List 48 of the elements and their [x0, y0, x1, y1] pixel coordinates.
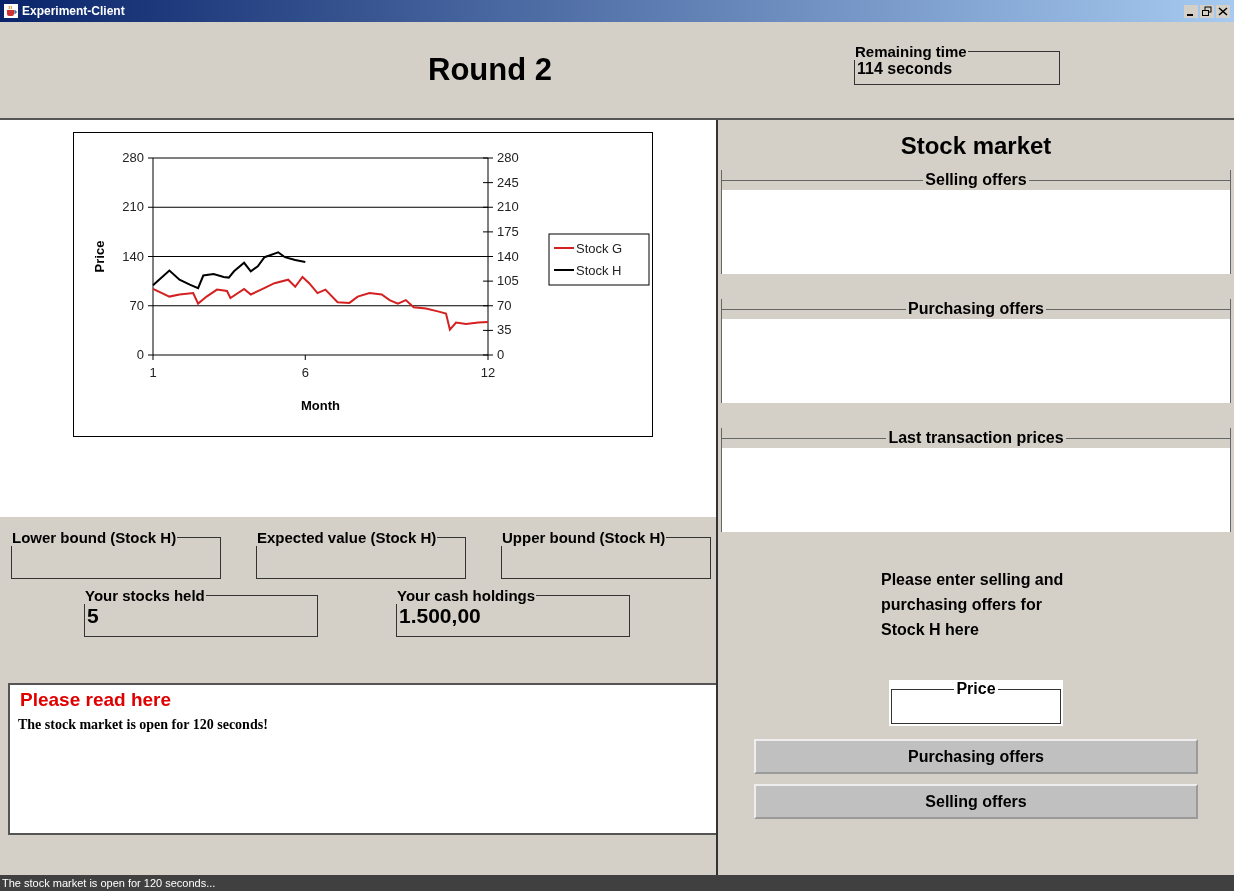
instruction-text: Please enter selling and purchasing offers for Stock H here: [880, 570, 1065, 640]
tick-label: 0: [497, 347, 505, 362]
field-label: Price: [955, 680, 997, 698]
tick-label: 280: [122, 150, 144, 165]
window-title: Experiment-Client: [22, 4, 125, 18]
offer-button[interactable]: Selling offers: [754, 784, 1198, 819]
coffee-cup-icon: [4, 4, 18, 18]
list-title: Last transaction prices: [887, 429, 1065, 447]
box-title: Your cash holdings: [396, 587, 537, 604]
box-value: 1.500,00: [399, 604, 481, 627]
tick-label: 140: [497, 248, 519, 264]
message-text: The stock market is open for 120 seconds!: [18, 717, 269, 733]
box-value: 5: [87, 604, 99, 627]
remaining-time-value: 114 seconds: [857, 60, 953, 77]
maximize-icon[interactable]: [1200, 4, 1214, 18]
message-heading: Please read here: [20, 689, 173, 711]
tick-label: 245: [497, 174, 519, 190]
tick-label: 12: [480, 365, 496, 380]
legend-label: Stock G: [576, 241, 623, 256]
minimize-icon[interactable]: [1184, 4, 1198, 18]
box-title: Lower bound (Stock H): [11, 529, 178, 546]
tick-label: 70: [497, 297, 512, 313]
tick-label: 0: [136, 347, 144, 362]
tick-label: 280: [497, 150, 519, 165]
tick-label: 6: [301, 365, 309, 380]
tick-label: 175: [497, 223, 519, 239]
list-title: Purchasing offers: [907, 300, 1045, 318]
box-title: Remaining time: [854, 43, 968, 60]
close-icon[interactable]: [1216, 4, 1230, 18]
list-title: Selling offers: [924, 171, 1028, 189]
tick-label: 210: [497, 199, 519, 215]
tick-label: 35: [497, 322, 512, 338]
status-bar: The stock market is open for 120 seconds...: [0, 875, 1234, 891]
price-field[interactable]: Price: [891, 680, 1061, 724]
box-title: Expected value (Stock H): [256, 529, 438, 546]
round-title: Round 2: [428, 52, 552, 88]
axis-title: Price: [92, 240, 107, 273]
legend-label: Stock H: [576, 263, 622, 278]
tick-label: 105: [497, 273, 519, 289]
tick-label: 1: [149, 365, 157, 380]
axis-title: Month: [301, 398, 340, 413]
offer-button[interactable]: Purchasing offers: [754, 739, 1198, 774]
tick-label: 140: [122, 248, 144, 264]
tick-label: 210: [122, 199, 144, 215]
market-title: Stock market: [900, 132, 1052, 160]
tick-label: 70: [129, 297, 144, 313]
box-title: Upper bound (Stock H): [501, 529, 667, 546]
box-title: Your stocks held: [84, 587, 206, 604]
